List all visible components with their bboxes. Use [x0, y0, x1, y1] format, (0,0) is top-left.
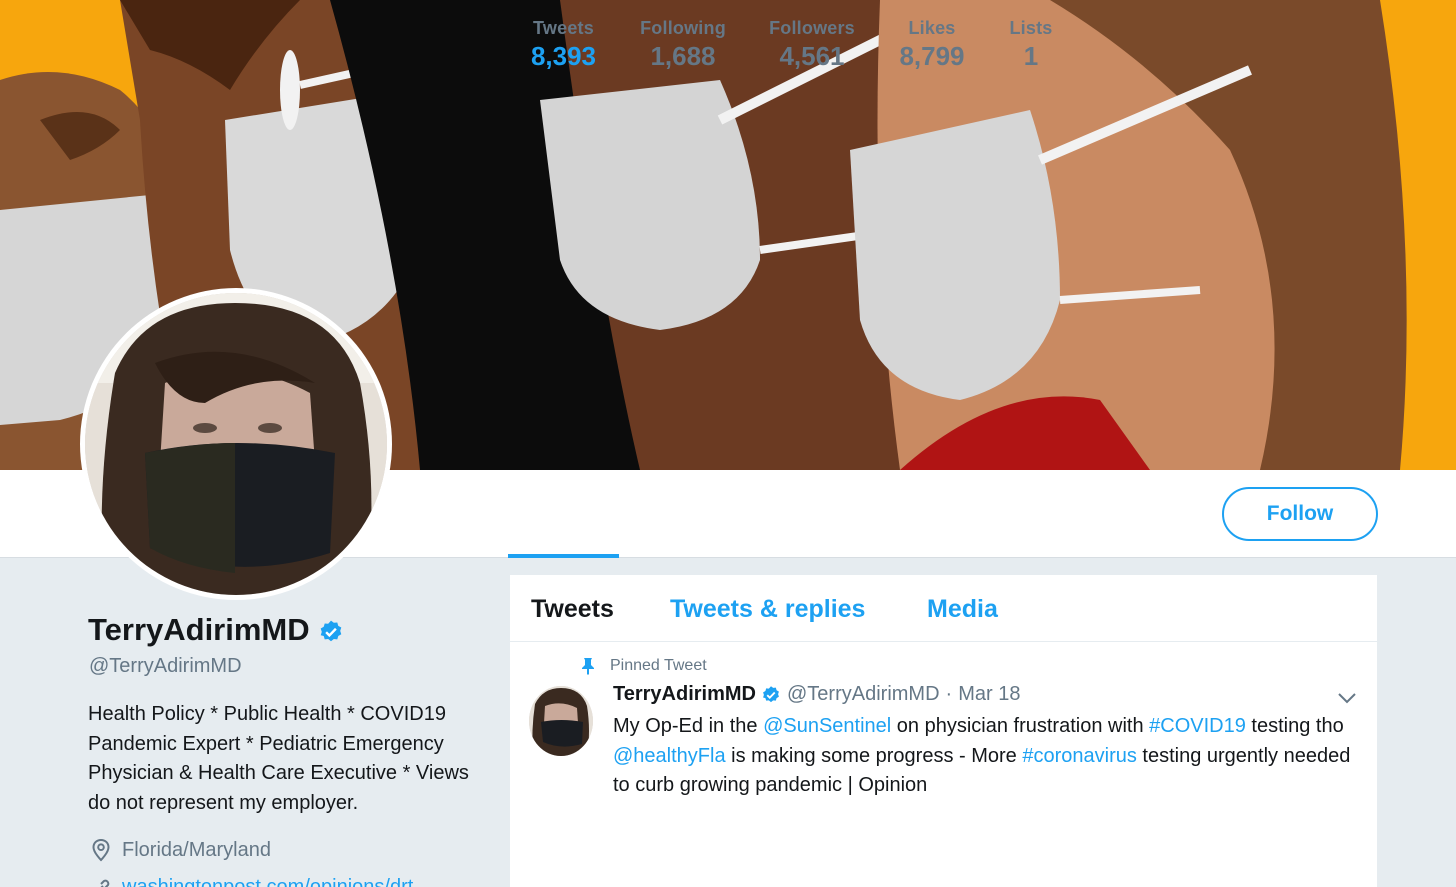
- profile-name: TerryAdirimMD: [88, 612, 344, 648]
- tweet-date[interactable]: Mar 18: [958, 683, 1020, 706]
- stat-value: 8,393: [530, 41, 597, 71]
- tab-tweets[interactable]: Tweets: [531, 595, 614, 624]
- stat-value: 8,799: [899, 41, 965, 71]
- tweet-separator: ·: [945, 683, 953, 705]
- tweet-text-segment: is making some progress - More: [725, 744, 1023, 767]
- link-icon: [96, 879, 110, 887]
- timeline: Tweets Tweets & replies Media Pinned Twe…: [510, 575, 1377, 887]
- tweet-text: My Op-Ed in the @SunSentinel on physicia…: [613, 712, 1353, 801]
- timeline-tabs: Tweets Tweets & replies Media: [510, 575, 1377, 642]
- profile-website[interactable]: washingtonpost.com/opinions/drt...: [90, 876, 430, 887]
- stat-label: Lists: [1009, 18, 1053, 38]
- active-stat-indicator: [508, 554, 619, 558]
- tweet-header: TerryAdirimMD @TerryAdirimMD · Mar 18: [613, 683, 1020, 706]
- tweet-handle[interactable]: @TerryAdirimMD: [787, 683, 940, 706]
- pinned-label: Pinned Tweet: [580, 657, 707, 675]
- pinned-text: Pinned Tweet: [610, 657, 707, 674]
- stat-tweets[interactable]: Tweets 8,393: [526, 18, 601, 72]
- location-text: Florida/Maryland: [122, 838, 271, 861]
- location-pin-icon: [92, 838, 110, 862]
- stat-following[interactable]: Following 1,688: [640, 18, 726, 72]
- tweet-text-segment: testing tho: [1245, 715, 1344, 737]
- stat-lists[interactable]: Lists 1: [1008, 18, 1054, 72]
- stat-value: 1,688: [650, 41, 716, 71]
- profile-name-text: TerryAdirimMD: [88, 612, 310, 647]
- chevron-down-icon[interactable]: [1337, 691, 1357, 710]
- stat-value: 4,561: [779, 41, 845, 71]
- tweet-text-segment: My Op-Ed in the: [613, 715, 764, 737]
- stat-followers[interactable]: Followers 4,561: [768, 18, 856, 72]
- stat-label: Likes: [908, 18, 956, 38]
- tab-media[interactable]: Media: [927, 595, 998, 624]
- avatar-photo: [85, 293, 387, 595]
- verified-badge-icon: [761, 685, 781, 705]
- stat-label: Tweets: [533, 18, 594, 38]
- tweet-text-segment: on physician frustration with: [891, 715, 1150, 737]
- mention-link[interactable]: @healthyFla: [613, 745, 726, 767]
- stat-value: 1: [1023, 41, 1039, 71]
- profile-handle: @TerryAdirimMD: [89, 655, 242, 677]
- profile-bio: Health Policy * Public Health * COVID19 …: [88, 703, 469, 814]
- profile-location: Florida/Maryland: [90, 838, 271, 862]
- verified-badge-icon: [318, 617, 344, 643]
- hashtag-link[interactable]: #coronavirus: [1022, 745, 1137, 767]
- stat-likes[interactable]: Likes 8,799: [896, 18, 968, 72]
- profile-avatar[interactable]: [80, 288, 392, 600]
- tweet-author[interactable]: TerryAdirimMD: [613, 683, 756, 706]
- tweet-avatar[interactable]: [529, 686, 593, 756]
- stat-label: Followers: [769, 18, 855, 38]
- mention-link[interactable]: @SunSentinel: [763, 715, 891, 737]
- tab-tweets-replies[interactable]: Tweets & replies: [670, 595, 865, 624]
- stat-label: Following: [640, 18, 726, 38]
- follow-button[interactable]: Follow: [1222, 487, 1378, 541]
- hashtag-link[interactable]: #COVID19: [1149, 715, 1246, 737]
- website-text[interactable]: washingtonpost.com/opinions/drt...: [122, 876, 430, 887]
- pin-icon: [582, 658, 594, 675]
